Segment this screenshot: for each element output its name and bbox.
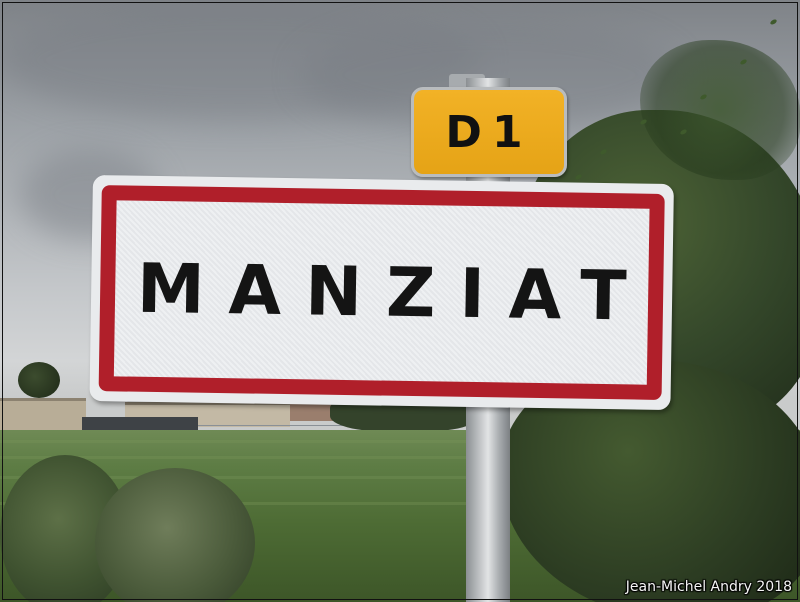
leaf <box>769 18 778 26</box>
photo-credit: Jean-Michel Andry 2018 <box>625 579 792 595</box>
palm-tree <box>18 362 60 398</box>
town-name-text: MANZIAT <box>136 249 652 337</box>
town-sign-border: MANZIAT <box>98 185 665 400</box>
town-entry-sign: MANZIAT <box>89 175 674 411</box>
route-number-text: D1 <box>445 106 533 158</box>
route-number-sign: D1 <box>411 87 567 177</box>
photo-scene: D1 MANZIAT Jean-Michel Andry 2018 <box>0 0 800 602</box>
